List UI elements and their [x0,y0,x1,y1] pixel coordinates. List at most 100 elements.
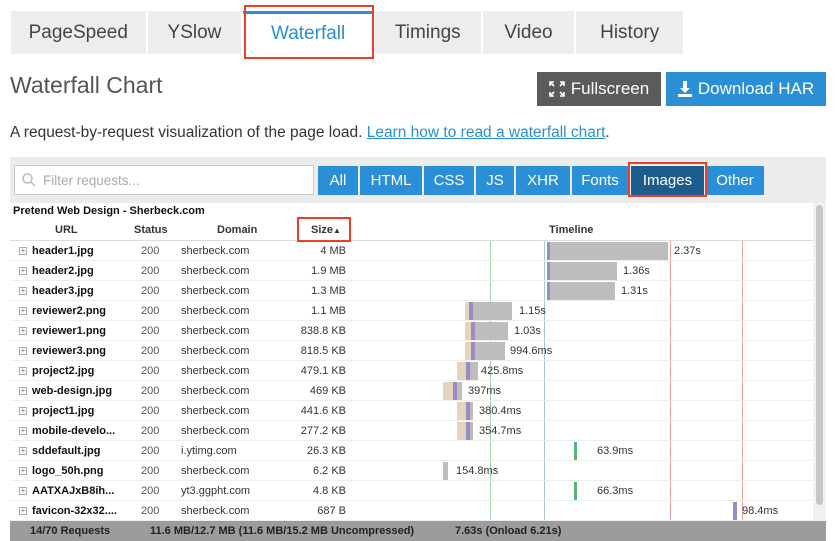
request-url: AATXAJxB8ih... [32,485,115,497]
request-url: logo_50h.png [32,465,104,477]
request-size: 4 MB [320,245,346,257]
request-size: 1.3 MB [311,285,346,297]
tab-yslow[interactable]: YSlow [147,11,242,54]
table-scrollbar[interactable] [813,203,826,521]
filter-html[interactable]: HTML [360,166,422,195]
filter-css[interactable]: CSS [424,166,474,195]
request-time: 98.4ms [742,505,779,517]
tab-timings[interactable]: Timings [374,11,481,54]
scrollbar-thumb[interactable] [816,205,823,505]
request-time: 66.3ms [597,485,634,497]
expand-row-icon[interactable]: + [19,427,27,435]
request-status: 200 [141,405,160,417]
table-row[interactable]: + header2.jpg 200 sherbeck.com 1.9 MB 1.36s [10,261,813,281]
column-url[interactable]: URL [55,224,78,236]
download-har-label: Download HAR [697,79,815,98]
request-domain: sherbeck.com [181,325,250,337]
expand-row-icon[interactable]: + [19,307,27,315]
expand-row-icon[interactable]: + [19,387,27,395]
request-status: 200 [141,325,160,337]
column-size[interactable]: Size▲ [311,224,341,236]
request-status: 200 [141,265,160,277]
request-size: 479.1 KB [300,365,346,377]
tab-history[interactable]: History [576,11,683,54]
request-domain: sherbeck.com [181,305,250,317]
filter-other[interactable]: Other [706,166,764,195]
table-row[interactable]: + header1.jpg 200 sherbeck.com 4 MB 2.37s [10,241,813,261]
request-url: reviewer1.png [32,325,106,337]
summary-time: 7.63s (Onload 6.21s) [455,525,562,537]
table-row[interactable]: + project2.jpg 200 sherbeck.com 479.1 KB 425.… [10,361,813,381]
expand-row-icon[interactable]: + [19,247,27,255]
filter-requests-input[interactable] [41,171,301,189]
search-icon [22,173,36,187]
request-size: 469 KB [309,385,346,397]
expand-row-icon[interactable]: + [19,447,27,455]
timeline-bar-wait [457,362,466,380]
filter-all[interactable]: All [318,166,358,195]
table-row[interactable]: + reviewer2.png 200 sherbeck.com 1.1 MB 1.15s [10,301,813,321]
table-row[interactable]: + header3.jpg 200 sherbeck.com 1.3 MB 1.31s [10,281,813,301]
table-row[interactable]: + AATXAJxB8ih... 200 yt3.ggpht.com 4.8 KB 66.… [10,481,813,501]
request-status: 200 [141,285,160,297]
request-time: 63.9ms [597,445,634,457]
table-row[interactable]: + reviewer1.png 200 sherbeck.com 838.8 KB 1.0… [10,321,813,341]
table-row[interactable]: + favicon-32x32.... 200 sherbeck.com 687 B 98… [10,501,813,521]
request-status: 200 [141,245,160,257]
request-domain: sherbeck.com [181,365,250,377]
waterfall-table: Pretend Web Design - Sherbeck.com URL St… [10,203,813,521]
expand-row-icon[interactable]: + [19,367,27,375]
table-row[interactable]: + mobile-develo... 200 sherbeck.com 277.2 KB… [10,421,813,441]
request-status: 200 [141,505,160,517]
filter-fonts[interactable]: Fonts [572,166,628,195]
request-domain: sherbeck.com [181,465,250,477]
timeline-bar-receive [475,342,505,360]
request-size: 6.2 KB [312,465,346,477]
request-size: 441.6 KB [300,405,346,417]
expand-row-icon[interactable]: + [19,267,27,275]
request-domain: sherbeck.com [181,245,250,257]
column-timeline[interactable]: Timeline [549,224,593,236]
fullscreen-button[interactable]: Fullscreen [537,72,661,106]
request-status: 200 [141,485,160,497]
request-url: header1.jpg [32,245,94,257]
expand-row-icon[interactable]: + [19,487,27,495]
timeline-bar-receive [443,462,448,480]
table-row[interactable]: + sddefault.jpg 200 i.ytimg.com 26.3 KB 63.9m… [10,441,813,461]
request-time: 425.8ms [481,365,524,377]
request-time: 1.31s [621,285,648,297]
request-status: 200 [141,365,160,377]
column-status[interactable]: Status [134,224,168,236]
request-url: project2.jpg [32,365,95,377]
filter-js[interactable]: JS [476,166,514,195]
timeline-bar-receive [550,262,617,280]
expand-row-icon[interactable]: + [19,347,27,355]
tab-waterfall[interactable]: Waterfall [243,11,373,54]
filter-search-box [14,165,314,195]
request-domain: sherbeck.com [181,505,250,517]
expand-row-icon[interactable]: + [19,467,27,475]
request-url: reviewer3.png [32,345,106,357]
expand-row-icon[interactable]: + [19,407,27,415]
timeline-bar-wait [457,402,466,420]
filter-images[interactable]: Images [631,166,704,195]
expand-row-icon[interactable]: + [19,327,27,335]
expand-row-icon[interactable]: + [19,287,27,295]
fullscreen-label: Fullscreen [570,79,650,98]
summary-requests: 14/70 Requests [30,525,111,537]
table-row[interactable]: + reviewer3.png 200 sherbeck.com 818.5 KB 994… [10,341,813,361]
table-row[interactable]: + project1.jpg 200 sherbeck.com 441.6 KB 380.… [10,401,813,421]
expand-row-icon[interactable]: + [19,507,27,515]
request-size: 26.3 KB [306,445,346,457]
filter-xhr[interactable]: XHR [516,166,570,195]
tab-video[interactable]: Video [482,11,575,54]
download-har-button[interactable]: Download HAR [666,72,826,106]
table-row[interactable]: + logo_50h.png 200 sherbeck.com 6.2 KB 154.8m… [10,461,813,481]
column-domain[interactable]: Domain [217,224,257,236]
tab-pagespeed[interactable]: PageSpeed [11,11,146,54]
request-url: sddefault.jpg [32,445,101,457]
request-domain: sherbeck.com [181,265,250,277]
waterfall-help-link[interactable]: Learn how to read a waterfall chart [367,124,606,141]
table-row[interactable]: + web-design.jpg 200 sherbeck.com 469 KB 397m… [10,381,813,401]
sort-ascending-icon: ▲ [333,226,341,235]
